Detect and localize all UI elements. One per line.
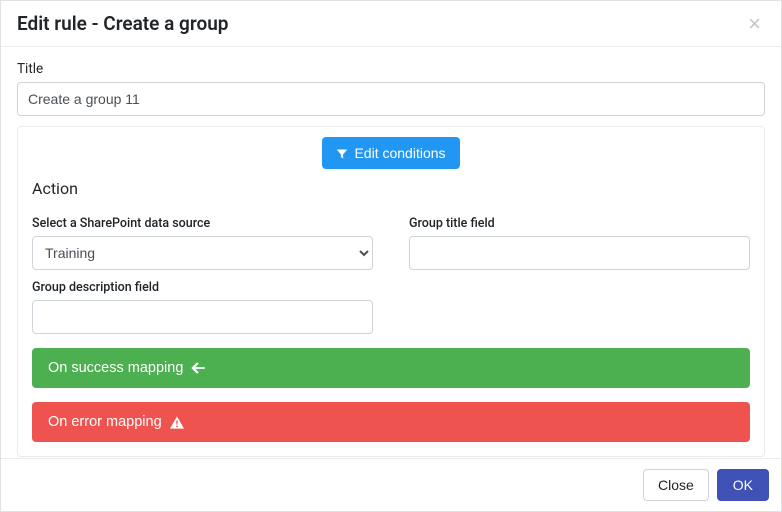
action-card: Edit conditions Action Select a SharePoi… (17, 126, 765, 457)
action-row-2: Group description field (32, 280, 750, 334)
modal-footer: Close OK (1, 458, 781, 511)
close-icon[interactable]: × (744, 13, 765, 35)
success-mapping-label: On success mapping (48, 360, 183, 376)
error-mapping-bar[interactable]: On error mapping (32, 402, 750, 442)
group-title-label: Group title field (409, 216, 750, 231)
title-input[interactable] (17, 82, 765, 116)
edit-conditions-wrap: Edit conditions (32, 137, 750, 169)
edit-conditions-label: Edit conditions (354, 145, 445, 161)
spacer-col (409, 280, 750, 334)
edit-conditions-button[interactable]: Edit conditions (322, 137, 459, 169)
data-source-select[interactable]: Training (32, 236, 373, 270)
ok-button[interactable]: OK (717, 469, 769, 501)
group-title-col: Group title field (409, 216, 750, 270)
modal-title: Edit rule - Create a group (17, 12, 228, 35)
action-section-title: Action (32, 179, 750, 198)
warning-icon (170, 414, 184, 430)
data-source-label: Select a SharePoint data source (32, 216, 373, 231)
modal-body: Title Edit conditions Action Select a Sh… (1, 47, 781, 458)
group-description-col: Group description field (32, 280, 373, 334)
error-mapping-label: On error mapping (48, 414, 162, 430)
action-row-1: Select a SharePoint data source Training… (32, 216, 750, 270)
arrow-left-icon (191, 360, 205, 376)
success-mapping-bar[interactable]: On success mapping (32, 348, 750, 388)
group-description-label: Group description field (32, 280, 373, 295)
title-field-group: Title (17, 61, 765, 116)
data-source-col: Select a SharePoint data source Training (32, 216, 373, 270)
group-description-input[interactable] (32, 300, 373, 334)
modal-header: Edit rule - Create a group × (1, 1, 781, 47)
edit-rule-modal: Edit rule - Create a group × Title Edit … (0, 0, 782, 512)
title-label: Title (17, 61, 765, 77)
close-button[interactable]: Close (643, 469, 709, 501)
filter-icon (336, 145, 348, 161)
group-title-input[interactable] (409, 236, 750, 270)
